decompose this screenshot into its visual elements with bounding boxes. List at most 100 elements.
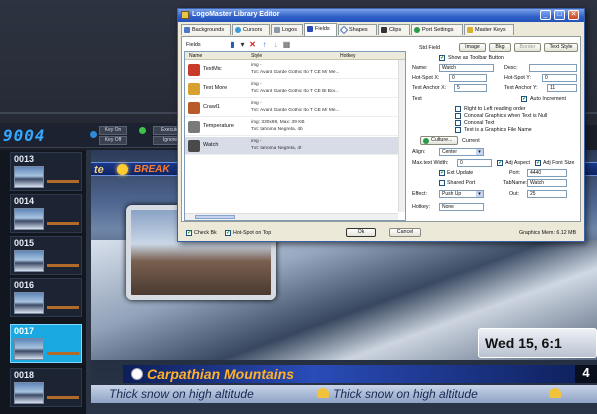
std-field-label: Std Field <box>419 45 440 51</box>
text-style-button[interactable]: Text Style <box>544 43 578 52</box>
list-vertical-scrollbar[interactable] <box>398 60 405 212</box>
border-button[interactable]: Border <box>514 43 541 52</box>
sun-icon <box>117 164 128 175</box>
field-icon <box>188 140 200 152</box>
column-header-name[interactable]: Name <box>189 53 202 59</box>
check-bk-checkbox[interactable]: ✓ <box>186 230 192 236</box>
hotspot-on-top-checkbox[interactable]: ✓ <box>225 230 231 236</box>
backgrounds-icon <box>184 27 190 33</box>
adj-aspect-checkbox[interactable]: ✓ <box>497 160 503 166</box>
hotspot-on-top-label: Hot-Spot on Top <box>233 230 272 236</box>
name-field[interactable]: Watch <box>439 64 494 72</box>
tab-clips[interactable]: Clips <box>378 24 410 35</box>
bkg-button[interactable]: Bkg <box>489 43 511 52</box>
thumbnail-bar <box>47 352 79 355</box>
tab-master-keys[interactable]: Master Keys <box>464 24 514 35</box>
close-button[interactable]: ✕ <box>568 10 579 20</box>
field-style-line2: Txt: tahoma Negreta, 4f <box>251 146 302 151</box>
logos-icon <box>274 27 280 33</box>
max-text-width-field[interactable]: 0 <box>457 159 492 167</box>
show-toolbar-label: Show as Toolbar Button <box>448 55 504 61</box>
maximize-button[interactable]: □ <box>554 10 565 20</box>
field-style-line1: img - <box>251 63 262 68</box>
list-item[interactable]: Temperature img: 330x98, Max: 39 KB Txt:… <box>185 118 398 136</box>
text-anchor-y-label: Text Anchor Y: <box>504 85 538 91</box>
field-name: Crawl1 <box>203 104 221 110</box>
graphics-memory-status: Graphics Mem: 6.12 MB <box>519 230 577 236</box>
show-toolbar-checkbox[interactable]: ✓ <box>439 55 445 61</box>
cancel-button[interactable]: Cancel <box>389 228 421 237</box>
tab-fields[interactable]: Fields <box>304 23 337 36</box>
thumbnail-number: 0014 <box>14 196 35 206</box>
thumbnail-item[interactable]: 0018 <box>10 368 82 407</box>
culture-button[interactable]: Culture... <box>420 136 458 145</box>
thumbnail-item-active[interactable]: 0017 <box>10 324 82 363</box>
graphics-file-checkbox[interactable] <box>455 127 461 133</box>
column-header-hotkey[interactable]: Hotkey <box>340 53 356 59</box>
move-down-icon[interactable]: ↓ <box>271 41 280 49</box>
field-icon <box>188 102 200 114</box>
scrollbar-thumb[interactable] <box>195 215 235 219</box>
field-style-line1: img - <box>251 82 262 87</box>
tab-backgrounds[interactable]: Backgrounds <box>181 24 231 35</box>
thumbnail-number: 0013 <box>14 154 35 164</box>
new-field-icon[interactable]: ▮ <box>228 41 237 49</box>
ext-update-checkbox[interactable]: ✓ <box>439 170 445 176</box>
graphics-file-label: Text is a Graphics File Name <box>464 127 532 133</box>
tab-label: Cursors <box>243 27 263 33</box>
tab-logos[interactable]: Logos <box>271 24 303 35</box>
hotkey-field[interactable]: None <box>439 203 484 211</box>
auto-increment-checkbox[interactable]: ✓ <box>521 96 527 102</box>
desc-label: Desc: <box>504 65 518 71</box>
align-select[interactable]: Center ▾ <box>439 148 484 156</box>
tab-name-field[interactable]: Watch <box>527 179 567 187</box>
ok-button[interactable]: Ok <box>346 228 376 237</box>
thumbnail-item[interactable]: 0014 <box>10 194 82 233</box>
port-settings-icon <box>414 27 420 33</box>
key-off-button[interactable]: Key Off <box>99 136 127 145</box>
ticker-text-left: te <box>94 164 104 176</box>
image-button[interactable]: Image <box>459 43 486 52</box>
conceal-text-checkbox[interactable] <box>455 120 461 126</box>
port-field[interactable]: 4440 <box>527 169 567 177</box>
list-item-selected[interactable]: Watch img - Txt: tahoma Negreta, 4f <box>185 137 398 155</box>
hotspot-x-label: Hot-Spot X: <box>412 75 440 81</box>
effect-select[interactable]: Push Up ▾ <box>439 190 484 198</box>
tab-cursors[interactable]: Cursors <box>232 24 270 35</box>
grid-icon[interactable]: ▦ <box>282 41 291 49</box>
adj-font-size-checkbox[interactable]: ✓ <box>535 160 541 166</box>
list-item[interactable]: TextMic img - Txt: Avant Garde Gothic It… <box>185 61 398 79</box>
thumbnail-image <box>14 208 44 230</box>
key-on-button[interactable]: Key On <box>99 126 127 135</box>
dropdown-icon[interactable]: ▾ <box>238 41 247 49</box>
shared-port-checkbox[interactable] <box>439 180 445 186</box>
tab-shapes[interactable]: Shapes <box>338 24 377 35</box>
rtl-checkbox[interactable] <box>455 106 461 112</box>
out-field[interactable]: 25 <box>527 190 567 198</box>
hotspot-y-field[interactable]: 0 <box>542 74 577 82</box>
column-header-style[interactable]: Style <box>251 53 262 59</box>
desc-field[interactable] <box>529 64 577 72</box>
thumbnail-number: 0015 <box>14 238 35 248</box>
conceal-graphics-checkbox[interactable] <box>455 113 461 119</box>
cursors-icon <box>235 27 241 33</box>
culture-button-label: Culture... <box>431 137 453 143</box>
adj-font-size-label: Adj Font Size <box>543 160 575 166</box>
auto-increment-label: Auto Increment <box>530 96 566 102</box>
thumbnail-item[interactable]: 0016 <box>10 278 82 317</box>
thumbnail-item[interactable]: 0015 <box>10 236 82 275</box>
field-style-line2: Txt: Avant Garde Gothic Ito T CE M/ Me..… <box>251 70 340 75</box>
list-horizontal-scrollbar[interactable] <box>185 213 398 220</box>
delete-icon[interactable]: ✕ <box>248 41 257 49</box>
tab-port-settings[interactable]: Port Settings <box>411 24 463 35</box>
move-up-icon[interactable]: ↑ <box>260 41 269 49</box>
list-item[interactable]: Crawl1 img - Txt: Avant Garde Gothic Ito… <box>185 99 398 117</box>
list-item[interactable]: Text More img - Txt: Avant Garde Gothic … <box>185 80 398 98</box>
text-anchor-x-field[interactable]: 5 <box>454 84 487 92</box>
fields-list: Name Style Hotkey TextMic img - Txt: Ava… <box>184 51 406 221</box>
thumbnail-item[interactable]: 0013 <box>10 152 82 191</box>
text-anchor-y-field[interactable]: 11 <box>547 84 577 92</box>
hotspot-x-field[interactable]: 0 <box>449 74 487 82</box>
fields-icon <box>307 26 313 32</box>
minimize-button[interactable]: _ <box>540 10 551 20</box>
